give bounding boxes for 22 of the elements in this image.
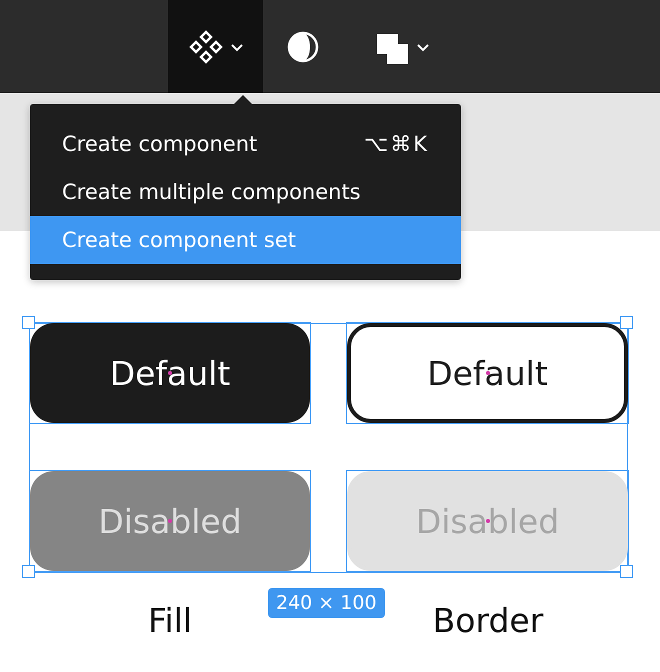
menu-item[interactable]: Create multiple components bbox=[30, 168, 461, 216]
resize-handle[interactable] bbox=[620, 565, 633, 578]
resize-handle[interactable] bbox=[22, 316, 35, 329]
center-point-icon bbox=[486, 519, 490, 523]
variant-button[interactable]: Default bbox=[30, 323, 310, 423]
components-icon bbox=[188, 28, 224, 64]
center-point-icon bbox=[168, 519, 172, 523]
center-point-icon bbox=[486, 371, 490, 375]
menu-item[interactable]: Create component ⌥⌘K bbox=[30, 120, 461, 168]
toolbar-button[interactable] bbox=[168, 0, 263, 93]
variant-button[interactable]: Default bbox=[347, 323, 628, 423]
menu-item-label: Create component bbox=[62, 132, 258, 156]
resize-handle[interactable] bbox=[620, 316, 633, 329]
keyboard-shortcut: ⌥⌘K bbox=[364, 132, 429, 156]
menu-item-label: Create component set bbox=[62, 228, 296, 252]
contrast-icon bbox=[286, 30, 320, 64]
resize-handle[interactable] bbox=[22, 565, 35, 578]
center-point-icon bbox=[168, 371, 172, 375]
column-label: Fill bbox=[148, 601, 192, 640]
size-badge: 240 × 100 bbox=[268, 588, 385, 618]
menu-item-label: Create multiple components bbox=[62, 180, 361, 204]
column-label: Border bbox=[432, 601, 544, 640]
